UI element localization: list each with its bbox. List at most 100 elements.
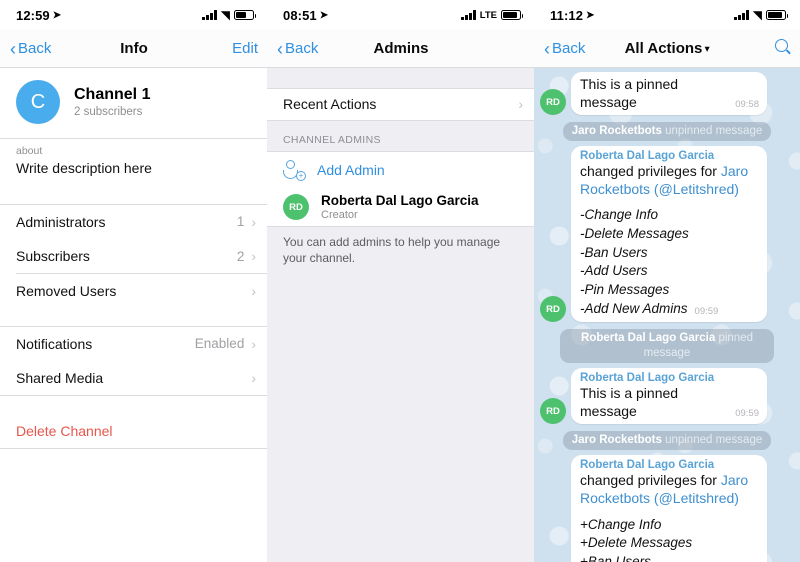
location-arrow-icon: ➤	[586, 9, 595, 21]
subscriber-count: 2 subscribers	[74, 106, 143, 118]
message-bubble[interactable]: Roberta Dal Lago Garcia changed privileg…	[571, 146, 767, 323]
signal-bars-icon	[461, 10, 476, 20]
chevron-right-icon: ›	[251, 370, 256, 386]
chat-message[interactable]: RD Roberta Dal Lago Garcia changed privi…	[534, 146, 800, 327]
add-admin-button[interactable]: + Add Admin	[267, 151, 535, 188]
message-sender: Roberta Dal Lago Garcia	[580, 150, 715, 163]
permission-last-row: -Add New Admins 09:59	[580, 300, 759, 319]
about-block[interactable]: about Write description here	[0, 138, 268, 186]
permission-item: -Delete Messages	[580, 226, 689, 242]
back-button[interactable]: ‹ Back	[544, 40, 585, 58]
status-time: 08:51	[283, 7, 317, 23]
service-pill: Roberta Dal Lago Garcia pinned message	[560, 329, 774, 364]
search-icon	[775, 39, 790, 54]
page-title-text: All Actions	[624, 40, 703, 57]
row-value: 2	[236, 248, 245, 264]
service-pill: Jaro Rocketbots unpinned message	[562, 431, 772, 451]
message-bubble[interactable]: Roberta Dal Lago Garcia This is a pinned…	[571, 368, 767, 425]
chat-log[interactable]: RD This is a pinned message 09:58 Jaro R…	[534, 68, 800, 562]
divider	[0, 448, 268, 449]
row-label: Subscribers	[16, 248, 90, 264]
chat-message[interactable]: RD Roberta Dal Lago Garcia This is a pin…	[534, 368, 800, 429]
admin-list-item[interactable]: RD Roberta Dal Lago Garcia Creator	[267, 188, 535, 226]
row-value: 1	[236, 214, 245, 229]
admin-text: Roberta Dal Lago Garcia Creator	[321, 193, 479, 221]
channel-profile-row[interactable]: C Channel 1 2 subscribers	[0, 68, 268, 138]
message-text: This is a pinned message	[580, 76, 679, 110]
spacer	[0, 395, 268, 414]
nav-bar: ‹ Back All Actions ▾	[534, 30, 800, 68]
spacer	[0, 308, 268, 326]
signal-bars-icon	[202, 10, 217, 20]
edit-button[interactable]: Edit	[232, 40, 258, 57]
nav-bar: ‹ Back Admins	[267, 30, 535, 68]
privilege-prefix: changed privileges for	[580, 163, 721, 180]
permission-item: -Pin Messages	[580, 281, 670, 297]
back-button[interactable]: ‹ Back	[277, 40, 318, 58]
status-time-group: 12:59 ➤	[16, 8, 61, 23]
status-time: 12:59	[16, 7, 50, 23]
wifi-icon: ◥	[752, 8, 762, 22]
chevron-right-icon: ›	[251, 248, 256, 264]
row-accessory: 2 ›	[237, 249, 256, 264]
status-indicators: ◥	[202, 8, 256, 22]
privilege-handle[interactable]: (@Letitshred)	[650, 490, 739, 506]
wifi-icon: ◥	[220, 8, 230, 22]
row-accessory: ›	[518, 97, 523, 111]
sidebar-item-shared-media[interactable]: Shared Media ›	[0, 361, 268, 395]
permission-item: -Ban Users	[580, 244, 648, 260]
message-bubble[interactable]: Roberta Dal Lago Garcia changed privileg…	[571, 455, 767, 562]
message-sender: Roberta Dal Lago Garcia	[580, 372, 715, 385]
sidebar-item-notifications[interactable]: Notifications Enabled ›	[0, 326, 268, 361]
panel-channel-info: 12:59 ➤ ◥ ‹ Back Info Edit C Channel 1 2…	[0, 0, 268, 562]
channel-name: Channel 1	[74, 86, 151, 103]
admins-footnote: You can add admins to help you manage yo…	[283, 234, 501, 265]
row-label: Notifications	[16, 335, 93, 352]
about-text: Write description here	[16, 159, 152, 176]
search-button[interactable]	[775, 39, 790, 58]
avatar: RD	[540, 398, 566, 425]
service-message: Jaro Rocketbots unpinned message	[534, 120, 800, 146]
section-header-channel-admins: CHANNEL ADMINS	[283, 134, 381, 146]
delete-channel-button[interactable]: Delete Channel	[0, 414, 268, 448]
sidebar-item-administrators[interactable]: Administrators 1 ›	[0, 204, 268, 239]
service-action: unpinned message	[665, 434, 763, 447]
back-button[interactable]: ‹ Back	[10, 40, 51, 58]
channel-profile-text: Channel 1 2 subscribers	[74, 86, 150, 118]
message-time: 09:59	[735, 407, 759, 419]
permission-item: +Change Info	[580, 516, 662, 532]
signal-bars-icon	[734, 10, 749, 20]
status-time-group: 11:12 ➤	[550, 8, 595, 23]
permission-item: -Add Users	[580, 263, 648, 279]
privilege-handle[interactable]: (@Letitshred)	[650, 181, 739, 197]
status-bar: 08:51 ➤ LTE	[267, 0, 535, 30]
service-actor: Jaro Rocketbots	[571, 434, 662, 447]
sidebar-item-subscribers[interactable]: Subscribers 2 ›	[0, 239, 268, 273]
admin-role: Creator	[321, 209, 358, 221]
message-body: This is a pinned message 09:59	[580, 385, 759, 420]
row-accessory: ›	[244, 371, 256, 385]
chat-message[interactable]: RD This is a pinned message 09:58	[534, 72, 800, 120]
chat-message[interactable]: RD Roberta Dal Lago Garcia changed privi…	[534, 455, 800, 562]
service-actor: Roberta Dal Lago Garcia	[581, 332, 716, 345]
avatar: C	[16, 80, 60, 124]
sidebar-item-removed-users[interactable]: Removed Users ›	[0, 273, 268, 308]
chevron-right-icon: ›	[251, 335, 256, 352]
recent-actions-row[interactable]: Recent Actions ›	[267, 88, 535, 120]
battery-icon	[234, 10, 256, 20]
network-type-label: LTE	[479, 9, 497, 21]
admins-list: Recent Actions › CHANNEL ADMINS + Add Ad…	[267, 68, 535, 562]
row-value: Enabled	[194, 336, 245, 351]
privilege-prefix: changed privileges for	[580, 472, 721, 489]
battery-icon	[766, 10, 788, 20]
row-label: Shared Media	[16, 370, 104, 386]
status-bar: 12:59 ➤ ◥	[0, 0, 268, 30]
message-text: changed privileges for Jaro Rocketbots (…	[580, 163, 759, 198]
avatar: RD	[540, 89, 566, 116]
avatar: RD	[540, 296, 566, 323]
permission-item: +Ban Users	[580, 553, 651, 562]
message-bubble[interactable]: This is a pinned message 09:58	[571, 72, 767, 116]
